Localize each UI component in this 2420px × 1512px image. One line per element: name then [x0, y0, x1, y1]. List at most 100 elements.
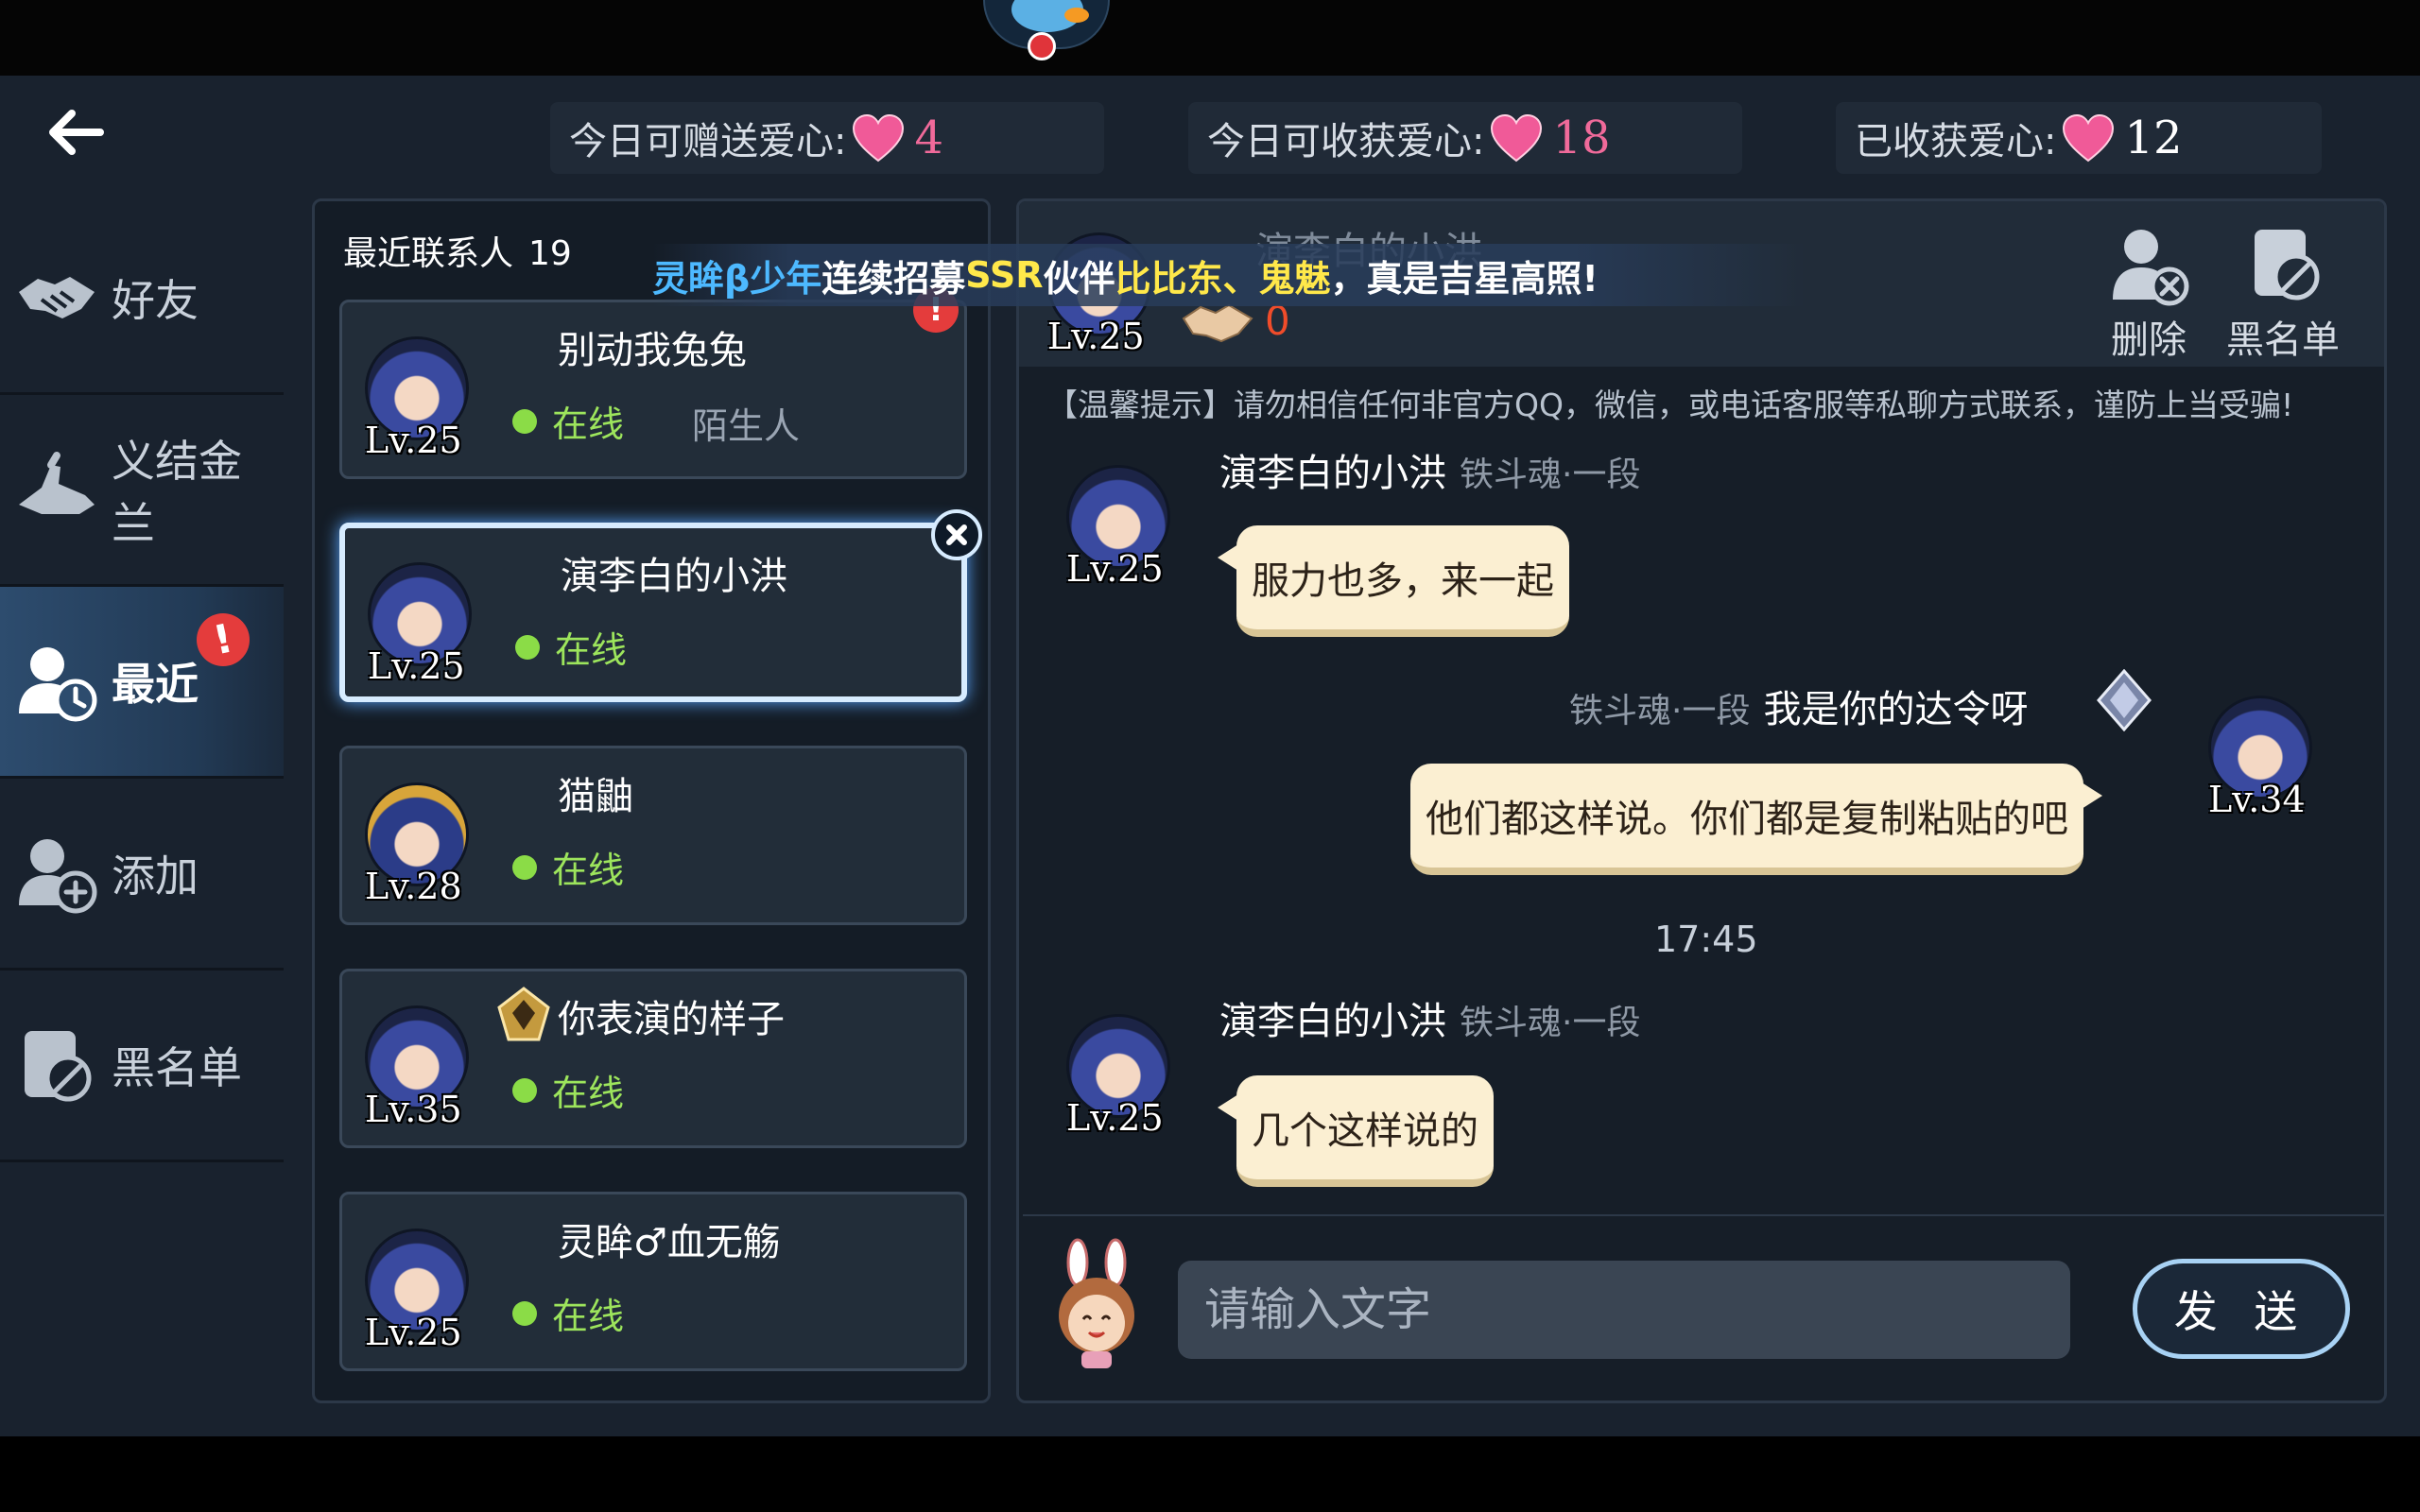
sender-rank: 铁斗魂·一段	[1460, 1004, 1641, 1042]
hearts-received-label: 已收获爱心:	[1855, 120, 2057, 163]
online-dot-icon	[512, 1300, 537, 1326]
contact-name: 别动我兔兔	[558, 329, 747, 372]
heart-icon	[1491, 113, 1543, 163]
contact-card[interactable]: Lv.35 你表演的样子 在线	[339, 969, 967, 1148]
close-icon	[946, 524, 967, 545]
recent-contacts-panel[interactable]: 最近联系人 19 Lv.25 别动我兔兔 在线 陌生人 ! Lv.25 演李白的小…	[312, 198, 991, 1403]
add-friend-icon	[19, 839, 97, 914]
nav-item-friends[interactable]: 好友	[0, 203, 284, 395]
status-bar	[0, 0, 2420, 76]
online-dot-icon	[512, 1077, 537, 1103]
announcement-rarity: SSR	[965, 254, 1044, 296]
send-button[interactable]: 发 送	[2133, 1259, 2350, 1359]
message-sender: 演李白的小洪 铁斗魂·一段	[1219, 452, 1641, 495]
online-status: 在线	[512, 1287, 624, 1339]
blacklist-button[interactable]: 黑名单	[2221, 220, 2344, 362]
avatar[interactable]: Lv.25	[355, 329, 478, 471]
hearts-receive-count: 18	[1552, 112, 1611, 164]
hearts-give-counter: 今日可赠送爱心: 4	[550, 102, 1104, 174]
delete-friend-button[interactable]: 删除	[2087, 220, 2210, 362]
contacts-header-label: 最近联系人	[343, 234, 514, 273]
recent-contact-icon	[19, 647, 97, 722]
nav-item-add[interactable]: 添加	[0, 779, 284, 971]
message-sender-self: 铁斗魂·一段 我是你的达令呀	[1569, 688, 2029, 731]
announcement-text: 连续招募	[821, 257, 966, 300]
system-announcement: 灵眸β少年 连续招募 SSR 伙伴 比比东、鬼魅 ，真是吉星高照!	[652, 244, 1806, 306]
nav-label: 好友	[112, 275, 199, 326]
avatar-level: Lv.25	[1066, 1097, 1164, 1139]
stranger-tag: 陌生人	[692, 405, 801, 447]
mascot-notification-dot	[1028, 32, 1056, 60]
contacts-header: 最近联系人 19	[343, 226, 572, 275]
contact-card[interactable]: Lv.25 灵眸♂血无觞 在线	[339, 1192, 967, 1371]
avatar-level: Lv.25	[365, 420, 462, 461]
sender-rank: 铁斗魂·一段	[1460, 455, 1641, 494]
hearts-received-count: 12	[2124, 112, 2183, 164]
nav-item-recent[interactable]: 最近 !	[0, 587, 284, 779]
hearts-received-counter: 已收获爱心: 12	[1836, 102, 2322, 174]
nav-item-blacklist[interactable]: 黑名单	[0, 971, 284, 1162]
message-avatar[interactable]: Lv.25	[1057, 1006, 1180, 1148]
nav-alert-badge: !	[191, 608, 255, 672]
safety-tip: 【温馨提示】请勿相信任何非官方QQ，微信，或电话客服等私聊方式联系，谨防上当受骗…	[1046, 387, 2294, 423]
online-status: 在线	[515, 621, 627, 673]
gold-rank-icon	[497, 987, 550, 1041]
side-nav: 好友 义结金兰 最近 ! 添加 黑名单	[0, 203, 284, 1162]
pinky-promise-icon	[19, 452, 95, 514]
remove-contact-button[interactable]	[931, 509, 982, 560]
hearts-receive-label: 今日可收获爱心:	[1207, 120, 1485, 163]
online-dot-icon	[512, 408, 537, 434]
emoji-bunny-icon[interactable]	[1040, 1238, 1153, 1370]
announcement-player: 灵眸β少年	[652, 257, 822, 300]
hearts-receive-counter: 今日可收获爱心: 18	[1188, 102, 1742, 174]
message-sender: 演李白的小洪 铁斗魂·一段	[1219, 1000, 1641, 1043]
avatar[interactable]: Lv.35	[355, 998, 478, 1140]
self-avatar[interactable]: Lv.34	[2199, 688, 2322, 830]
contact-card[interactable]: Lv.28 猫鼬 在线	[339, 746, 967, 925]
avatar-level: Lv.25	[1047, 316, 1145, 357]
message-bubble: 服力也多，来一起	[1218, 525, 1569, 637]
online-status: 在线	[512, 1064, 624, 1116]
back-button[interactable]	[38, 94, 113, 170]
avatar[interactable]: Lv.28	[355, 775, 478, 917]
sender-rank: 铁斗魂·一段	[1569, 692, 1751, 730]
online-dot-icon	[512, 854, 537, 880]
heart-icon	[853, 113, 905, 163]
announcement-text: ，真是吉星高照!	[1330, 257, 1599, 300]
announcement-text: 伙伴	[1043, 257, 1115, 300]
blacklist-icon	[2255, 230, 2320, 301]
input-divider	[1023, 1214, 2384, 1216]
delete-label: 删除	[2111, 318, 2187, 362]
contact-name: 灵眸♂血无觞	[558, 1221, 781, 1264]
delete-user-icon	[2113, 230, 2189, 306]
contact-name: 演李白的小洪	[561, 555, 787, 598]
nav-label: 黑名单	[112, 1042, 242, 1093]
avatar-level: Lv.34	[2208, 779, 2306, 820]
online-status: 在线	[512, 841, 624, 893]
avatar-level: Lv.25	[1066, 548, 1164, 590]
blacklist-label: 黑名单	[2226, 318, 2340, 362]
contact-card-selected[interactable]: Lv.25 演李白的小洪 在线	[339, 509, 982, 702]
blacklist-icon	[25, 1031, 92, 1102]
avatar[interactable]: Lv.25	[358, 555, 481, 696]
heart-icon	[2063, 113, 2115, 163]
handshake-icon	[19, 277, 95, 318]
avatar-level: Lv.25	[368, 645, 465, 687]
avatar-level: Lv.28	[365, 866, 462, 907]
message-bubble: 几个这样说的	[1218, 1075, 1494, 1187]
diamond-rank-icon	[2097, 669, 2152, 731]
avatar-level: Lv.25	[365, 1312, 462, 1353]
message-bubble-self: 他们都这样说。你们都是复制粘贴的吧	[1410, 764, 2102, 875]
chat-text-input[interactable]	[1178, 1261, 2070, 1359]
message-timestamp: 17:45	[1654, 919, 1758, 960]
avatar[interactable]: Lv.25	[355, 1221, 478, 1363]
nav-item-sworn-siblings[interactable]: 义结金兰	[0, 395, 284, 587]
message-avatar[interactable]: Lv.25	[1057, 457, 1180, 599]
hearts-give-label: 今日可赠送爱心:	[569, 120, 847, 163]
nav-label: 添加	[112, 850, 199, 902]
hearts-give-count: 4	[914, 112, 944, 164]
announcement-partners: 比比东、鬼魅	[1115, 257, 1331, 300]
avatar-level: Lv.35	[365, 1089, 462, 1130]
contact-card[interactable]: Lv.25 别动我兔兔 在线 陌生人 !	[339, 287, 967, 479]
bottom-bar	[0, 1436, 2420, 1512]
